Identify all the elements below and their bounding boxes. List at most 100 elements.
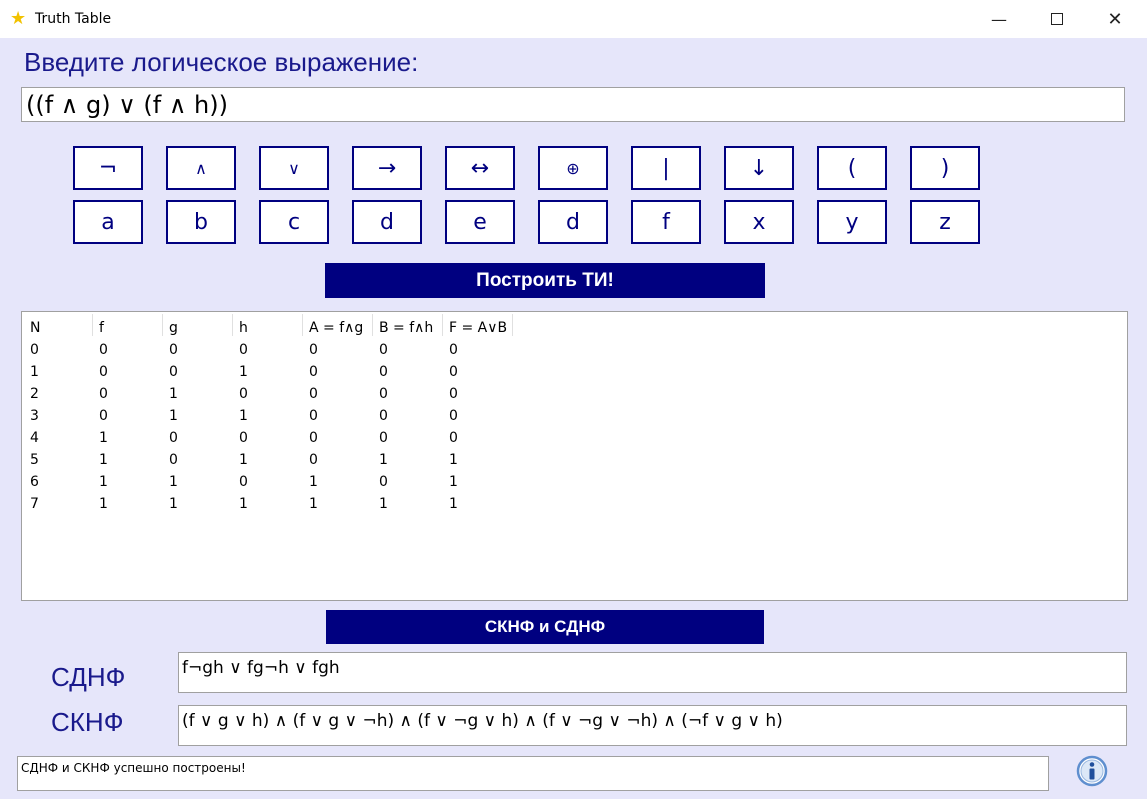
- build-table-button[interactable]: Построить ТИ!: [325, 263, 765, 298]
- table-cell: 0: [449, 430, 458, 446]
- table-header-cell[interactable]: h: [239, 320, 248, 336]
- table-cell: 0: [169, 342, 178, 358]
- table-cell: 0: [239, 430, 248, 446]
- minimize-button[interactable]: —: [970, 0, 1028, 38]
- table-cell: 0: [309, 430, 318, 446]
- table-cell: 1: [30, 364, 39, 380]
- table-cell: 7: [30, 496, 39, 512]
- table-cell: 0: [309, 408, 318, 424]
- column-divider[interactable]: [372, 314, 373, 336]
- table-cell: 1: [99, 474, 108, 490]
- column-divider[interactable]: [302, 314, 303, 336]
- table-cell: 3: [30, 408, 39, 424]
- table-cell: 1: [309, 474, 318, 490]
- table-cell: 0: [99, 386, 108, 402]
- table-cell: 0: [309, 364, 318, 380]
- truth-table[interactable]: Nf g h A = f∧g B = f∧h F = A∨B 0 0 0 0 0 0 0 1 0 0 1 0 0 0 2…: [21, 311, 1128, 601]
- key-equiv[interactable]: ↔: [445, 146, 515, 190]
- key-var-d[interactable]: d: [352, 200, 422, 244]
- key-var-z[interactable]: z: [910, 200, 980, 244]
- status-message: СДНФ и СКНФ успешно построены!: [17, 756, 1049, 791]
- table-cell: 0: [449, 364, 458, 380]
- key-close-paren[interactable]: ): [910, 146, 980, 190]
- column-divider[interactable]: [232, 314, 233, 336]
- table-cell: 1: [379, 496, 388, 512]
- table-cell: 1: [309, 496, 318, 512]
- table-cell: 1: [99, 496, 108, 512]
- key-var-f[interactable]: f: [631, 200, 701, 244]
- sdnf-field[interactable]: f¬gh ∨ fg¬h ∨ fgh: [178, 652, 1127, 693]
- column-divider[interactable]: [92, 314, 93, 336]
- table-cell: 0: [239, 342, 248, 358]
- table-cell: 1: [169, 408, 178, 424]
- key-or[interactable]: ∨: [259, 146, 329, 190]
- table-cell: 0: [169, 430, 178, 446]
- column-divider[interactable]: [442, 314, 443, 336]
- table-cell: 1: [239, 496, 248, 512]
- table-cell: 0: [309, 452, 318, 468]
- sknf-field[interactable]: (f ∨ g ∨ h) ∧ (f ∨ g ∨ ¬h) ∧ (f ∨ ¬g ∨ h…: [178, 705, 1127, 746]
- close-icon: ✕: [1107, 8, 1123, 30]
- build-normal-forms-button[interactable]: СКНФ и СДНФ: [326, 610, 764, 644]
- table-cell: 1: [169, 386, 178, 402]
- window-title: Truth Table: [35, 11, 112, 27]
- table-cell: 0: [239, 474, 248, 490]
- key-implies[interactable]: →: [352, 146, 422, 190]
- key-var-e[interactable]: e: [445, 200, 515, 244]
- key-nor[interactable]: ↓: [724, 146, 794, 190]
- table-cell: 0: [239, 386, 248, 402]
- table-cell: 1: [99, 430, 108, 446]
- table-cell: 0: [169, 452, 178, 468]
- table-header-cell[interactable]: F = A∨B: [449, 320, 507, 336]
- table-cell: 1: [99, 452, 108, 468]
- table-cell: 0: [169, 364, 178, 380]
- key-var-b[interactable]: b: [166, 200, 236, 244]
- maximize-button[interactable]: [1028, 0, 1086, 38]
- table-cell: 0: [99, 408, 108, 424]
- table-cell: 1: [379, 452, 388, 468]
- table-cell: 0: [379, 342, 388, 358]
- sknf-label: СКНФ: [51, 707, 124, 737]
- info-icon: [1076, 755, 1108, 787]
- key-var-d-2[interactable]: d: [538, 200, 608, 244]
- table-cell: 4: [30, 430, 39, 446]
- key-and[interactable]: ∧: [166, 146, 236, 190]
- table-header-cell[interactable]: N: [30, 320, 40, 336]
- table-cell: 0: [449, 342, 458, 358]
- key-var-y[interactable]: y: [817, 200, 887, 244]
- table-cell: 2: [30, 386, 39, 402]
- table-cell: 0: [379, 430, 388, 446]
- key-var-a[interactable]: a: [73, 200, 143, 244]
- table-cell: 0: [379, 364, 388, 380]
- table-cell: 1: [239, 452, 248, 468]
- table-cell: 0: [99, 364, 108, 380]
- column-divider[interactable]: [512, 314, 513, 336]
- table-cell: 1: [449, 452, 458, 468]
- close-button[interactable]: ✕: [1086, 0, 1144, 38]
- key-xor[interactable]: ⊕: [538, 146, 608, 190]
- key-var-c[interactable]: c: [259, 200, 329, 244]
- table-header-cell[interactable]: B = f∧h: [379, 320, 433, 336]
- info-button[interactable]: [1076, 755, 1108, 787]
- table-cell: 0: [379, 408, 388, 424]
- key-not[interactable]: ¬: [73, 146, 143, 190]
- table-cell: 0: [449, 408, 458, 424]
- key-open-paren[interactable]: (: [817, 146, 887, 190]
- maximize-icon: [1051, 13, 1063, 25]
- table-cell: 1: [169, 474, 178, 490]
- table-header-cell[interactable]: f: [99, 320, 104, 336]
- key-nand[interactable]: |: [631, 146, 701, 190]
- table-cell: 0: [99, 342, 108, 358]
- table-header-cell[interactable]: A = f∧g: [309, 320, 363, 336]
- table-cell: 1: [239, 364, 248, 380]
- table-header-cell[interactable]: g: [169, 320, 178, 336]
- title-bar: ★ Truth Table — ✕: [0, 0, 1147, 38]
- key-var-x[interactable]: x: [724, 200, 794, 244]
- expression-input[interactable]: ((f ∧ g) ∨ (f ∧ h)): [21, 87, 1125, 122]
- star-icon: ★: [10, 8, 27, 28]
- table-cell: 1: [239, 408, 248, 424]
- table-cell: 1: [449, 496, 458, 512]
- column-divider[interactable]: [162, 314, 163, 336]
- table-cell: 5: [30, 452, 39, 468]
- expression-prompt: Введите логическое выражение:: [24, 47, 419, 77]
